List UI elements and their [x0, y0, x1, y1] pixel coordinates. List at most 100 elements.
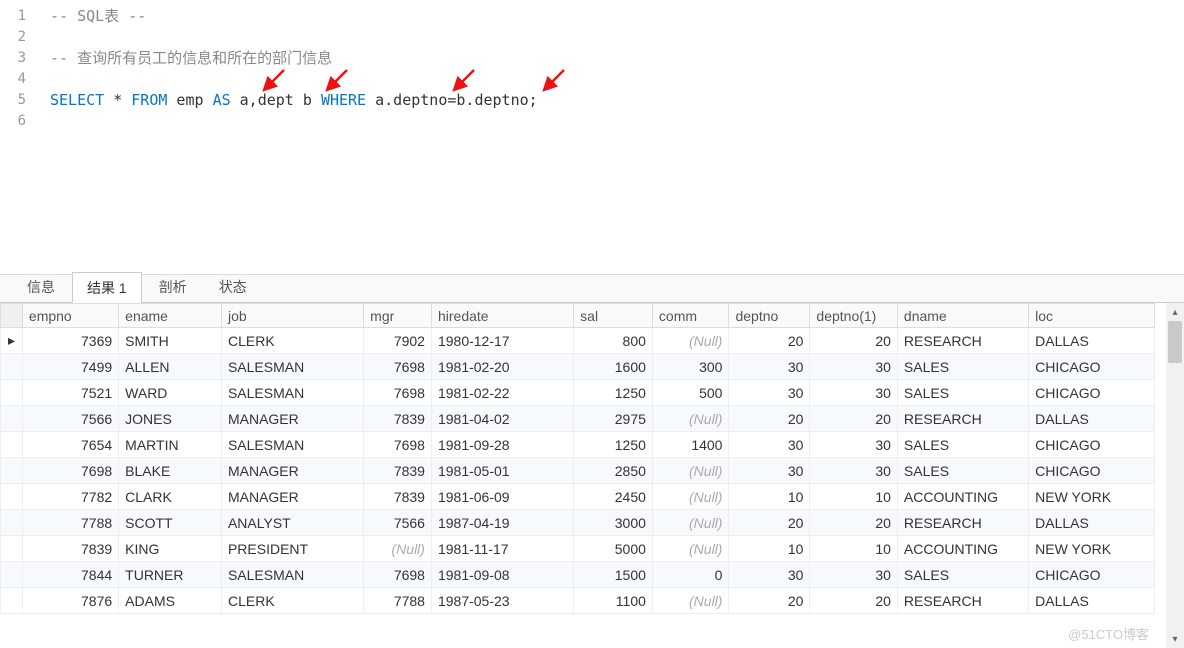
cell[interactable]: 1250: [574, 432, 653, 458]
cell[interactable]: 300: [652, 354, 729, 380]
cell[interactable]: 1981-04-02: [431, 406, 573, 432]
cell[interactable]: 2975: [574, 406, 653, 432]
cell[interactable]: 30: [729, 432, 810, 458]
cell[interactable]: 1500: [574, 562, 653, 588]
cell[interactable]: 30: [810, 354, 898, 380]
cell[interactable]: PRESIDENT: [221, 536, 363, 562]
cell[interactable]: 1981-02-20: [431, 354, 573, 380]
cell[interactable]: SALESMAN: [221, 354, 363, 380]
cell[interactable]: TURNER: [119, 562, 222, 588]
cell[interactable]: 3000: [574, 510, 653, 536]
cell[interactable]: 7902: [364, 328, 432, 354]
tab-0[interactable]: 信息: [12, 271, 70, 302]
cell[interactable]: SMITH: [119, 328, 222, 354]
cell[interactable]: CHICAGO: [1029, 458, 1155, 484]
scroll-up-icon[interactable]: ▴: [1166, 303, 1184, 321]
cell[interactable]: SALES: [897, 432, 1028, 458]
table-row[interactable]: 7782CLARKMANAGER78391981-06-092450(Null)…: [1, 484, 1155, 510]
cell[interactable]: 1987-04-19: [431, 510, 573, 536]
cell[interactable]: 1600: [574, 354, 653, 380]
cell[interactable]: 2450: [574, 484, 653, 510]
cell[interactable]: RESEARCH: [897, 328, 1028, 354]
cell[interactable]: 1981-06-09: [431, 484, 573, 510]
cell[interactable]: CHICAGO: [1029, 380, 1155, 406]
cell[interactable]: 7566: [22, 406, 118, 432]
cell[interactable]: SALESMAN: [221, 432, 363, 458]
cell[interactable]: RESEARCH: [897, 588, 1028, 614]
cell[interactable]: 1400: [652, 432, 729, 458]
tab-1[interactable]: 结果 1: [72, 272, 142, 303]
cell[interactable]: 1981-11-17: [431, 536, 573, 562]
cell[interactable]: 2850: [574, 458, 653, 484]
cell[interactable]: 7521: [22, 380, 118, 406]
tab-3[interactable]: 状态: [204, 271, 262, 302]
col-header-hiredate[interactable]: hiredate: [431, 304, 573, 328]
table-row[interactable]: 7521WARDSALESMAN76981981-02-221250500303…: [1, 380, 1155, 406]
tab-2[interactable]: 剖析: [144, 271, 202, 302]
cell[interactable]: 7698: [364, 432, 432, 458]
table-row[interactable]: 7654MARTINSALESMAN76981981-09-2812501400…: [1, 432, 1155, 458]
cell[interactable]: CLERK: [221, 588, 363, 614]
cell[interactable]: 30: [810, 562, 898, 588]
cell[interactable]: BLAKE: [119, 458, 222, 484]
cell[interactable]: 800: [574, 328, 653, 354]
cell[interactable]: SALES: [897, 562, 1028, 588]
cell[interactable]: 1100: [574, 588, 653, 614]
cell[interactable]: KING: [119, 536, 222, 562]
cell[interactable]: CHICAGO: [1029, 562, 1155, 588]
cell[interactable]: ALLEN: [119, 354, 222, 380]
cell[interactable]: SALESMAN: [221, 380, 363, 406]
col-header-job[interactable]: job: [221, 304, 363, 328]
cell[interactable]: 20: [810, 588, 898, 614]
cell[interactable]: (Null): [652, 458, 729, 484]
cell[interactable]: CLARK: [119, 484, 222, 510]
col-header-deptno[interactable]: deptno: [729, 304, 810, 328]
cell[interactable]: 7698: [364, 354, 432, 380]
cell[interactable]: 7839: [364, 458, 432, 484]
cell[interactable]: 7839: [364, 484, 432, 510]
cell[interactable]: CHICAGO: [1029, 354, 1155, 380]
cell[interactable]: 20: [729, 588, 810, 614]
cell[interactable]: 7839: [22, 536, 118, 562]
cell[interactable]: 20: [729, 510, 810, 536]
cell[interactable]: 1981-09-08: [431, 562, 573, 588]
cell[interactable]: 1981-05-01: [431, 458, 573, 484]
cell[interactable]: 30: [810, 458, 898, 484]
cell[interactable]: SALES: [897, 354, 1028, 380]
cell[interactable]: CHICAGO: [1029, 432, 1155, 458]
col-header-mgr[interactable]: mgr: [364, 304, 432, 328]
cell[interactable]: 7839: [364, 406, 432, 432]
vertical-scrollbar[interactable]: ▴ ▾: [1166, 303, 1184, 648]
cell[interactable]: 0: [652, 562, 729, 588]
cell[interactable]: 1981-09-28: [431, 432, 573, 458]
cell[interactable]: 20: [810, 510, 898, 536]
table-row[interactable]: 7566JONESMANAGER78391981-04-022975(Null)…: [1, 406, 1155, 432]
cell[interactable]: 7566: [364, 510, 432, 536]
cell[interactable]: 1987-05-23: [431, 588, 573, 614]
cell[interactable]: RESEARCH: [897, 406, 1028, 432]
cell[interactable]: 30: [729, 562, 810, 588]
table-row[interactable]: 7839KINGPRESIDENT(Null)1981-11-175000(Nu…: [1, 536, 1155, 562]
cell[interactable]: WARD: [119, 380, 222, 406]
cell[interactable]: SCOTT: [119, 510, 222, 536]
cell[interactable]: 5000: [574, 536, 653, 562]
table-row[interactable]: 7788SCOTTANALYST75661987-04-193000(Null)…: [1, 510, 1155, 536]
cell[interactable]: MARTIN: [119, 432, 222, 458]
table-row[interactable]: 7844TURNERSALESMAN76981981-09-0815000303…: [1, 562, 1155, 588]
col-header-ename[interactable]: ename: [119, 304, 222, 328]
cell[interactable]: MANAGER: [221, 484, 363, 510]
cell[interactable]: 30: [729, 380, 810, 406]
cell[interactable]: 1980-12-17: [431, 328, 573, 354]
cell[interactable]: SALES: [897, 458, 1028, 484]
col-header-loc[interactable]: loc: [1029, 304, 1155, 328]
cell[interactable]: ANALYST: [221, 510, 363, 536]
cell[interactable]: 7782: [22, 484, 118, 510]
cell[interactable]: DALLAS: [1029, 406, 1155, 432]
cell[interactable]: 30: [729, 354, 810, 380]
cell[interactable]: ADAMS: [119, 588, 222, 614]
cell[interactable]: 10: [729, 484, 810, 510]
cell[interactable]: 7698: [364, 380, 432, 406]
table-row[interactable]: 7876ADAMSCLERK77881987-05-231100(Null)20…: [1, 588, 1155, 614]
cell[interactable]: (Null): [652, 484, 729, 510]
cell[interactable]: 20: [810, 406, 898, 432]
